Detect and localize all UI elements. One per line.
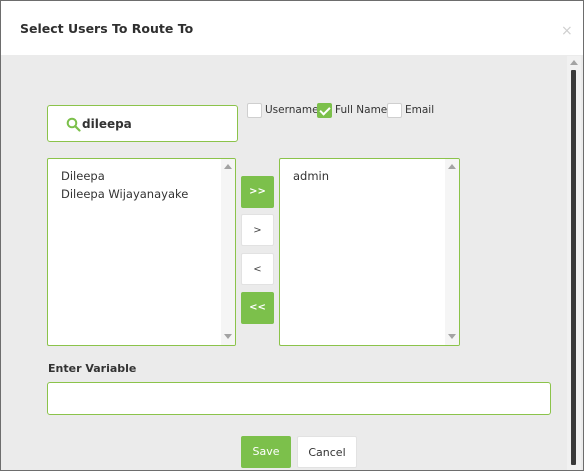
dialog-title: Select Users To Route To: [20, 21, 194, 36]
cancel-button[interactable]: Cancel: [297, 436, 357, 468]
list-item[interactable]: Dileepa Wijayanayake: [61, 186, 188, 204]
scroll-up-arrow-icon[interactable]: [448, 164, 456, 169]
remove-selected-button[interactable]: <: [241, 253, 274, 285]
scroll-down-arrow-icon[interactable]: [448, 334, 456, 339]
dialog-scrollbar[interactable]: [567, 56, 581, 470]
available-list-scrollbar[interactable]: [221, 159, 235, 345]
remove-all-button[interactable]: <<: [241, 292, 274, 324]
scrollbar-thumb[interactable]: [571, 70, 576, 465]
full-name-checkbox[interactable]: [317, 103, 332, 118]
email-checkbox[interactable]: [387, 103, 402, 118]
available-users-list[interactable]: Dileepa Dileepa Wijayanayake: [47, 158, 236, 346]
enter-variable-label: Enter Variable: [48, 362, 137, 375]
selected-list-scrollbar[interactable]: [445, 159, 459, 345]
close-icon[interactable]: ×: [561, 24, 573, 38]
email-label: Email: [405, 104, 435, 116]
add-selected-button[interactable]: >: [241, 214, 274, 246]
save-button[interactable]: Save: [241, 436, 291, 468]
scroll-down-arrow-icon[interactable]: [224, 334, 232, 339]
filter-email[interactable]: Email: [387, 103, 437, 119]
search-input-value[interactable]: dileepa: [82, 117, 132, 131]
full-name-label: Full Name: [335, 104, 388, 116]
user-search-field[interactable]: dileepa: [47, 105, 238, 142]
list-item[interactable]: admin: [293, 168, 329, 186]
filter-full-name[interactable]: Full Name: [317, 103, 387, 119]
selected-users-list[interactable]: admin: [279, 158, 460, 346]
selected-users-items: admin: [293, 168, 329, 186]
available-users-items: Dileepa Dileepa Wijayanayake: [61, 168, 188, 203]
search-icon: [66, 117, 81, 132]
add-all-button[interactable]: >>: [241, 176, 274, 208]
route-users-dialog: Select Users To Route To × dileepa Usern…: [0, 0, 584, 471]
username-label: Username: [265, 104, 319, 116]
variable-input[interactable]: [47, 382, 551, 415]
scroll-up-arrow-icon[interactable]: [570, 60, 578, 65]
dialog-header: Select Users To Route To ×: [1, 1, 583, 55]
filter-username[interactable]: Username: [247, 103, 319, 119]
list-item[interactable]: Dileepa: [61, 168, 188, 186]
username-checkbox[interactable]: [247, 103, 262, 118]
scroll-up-arrow-icon[interactable]: [224, 164, 232, 169]
